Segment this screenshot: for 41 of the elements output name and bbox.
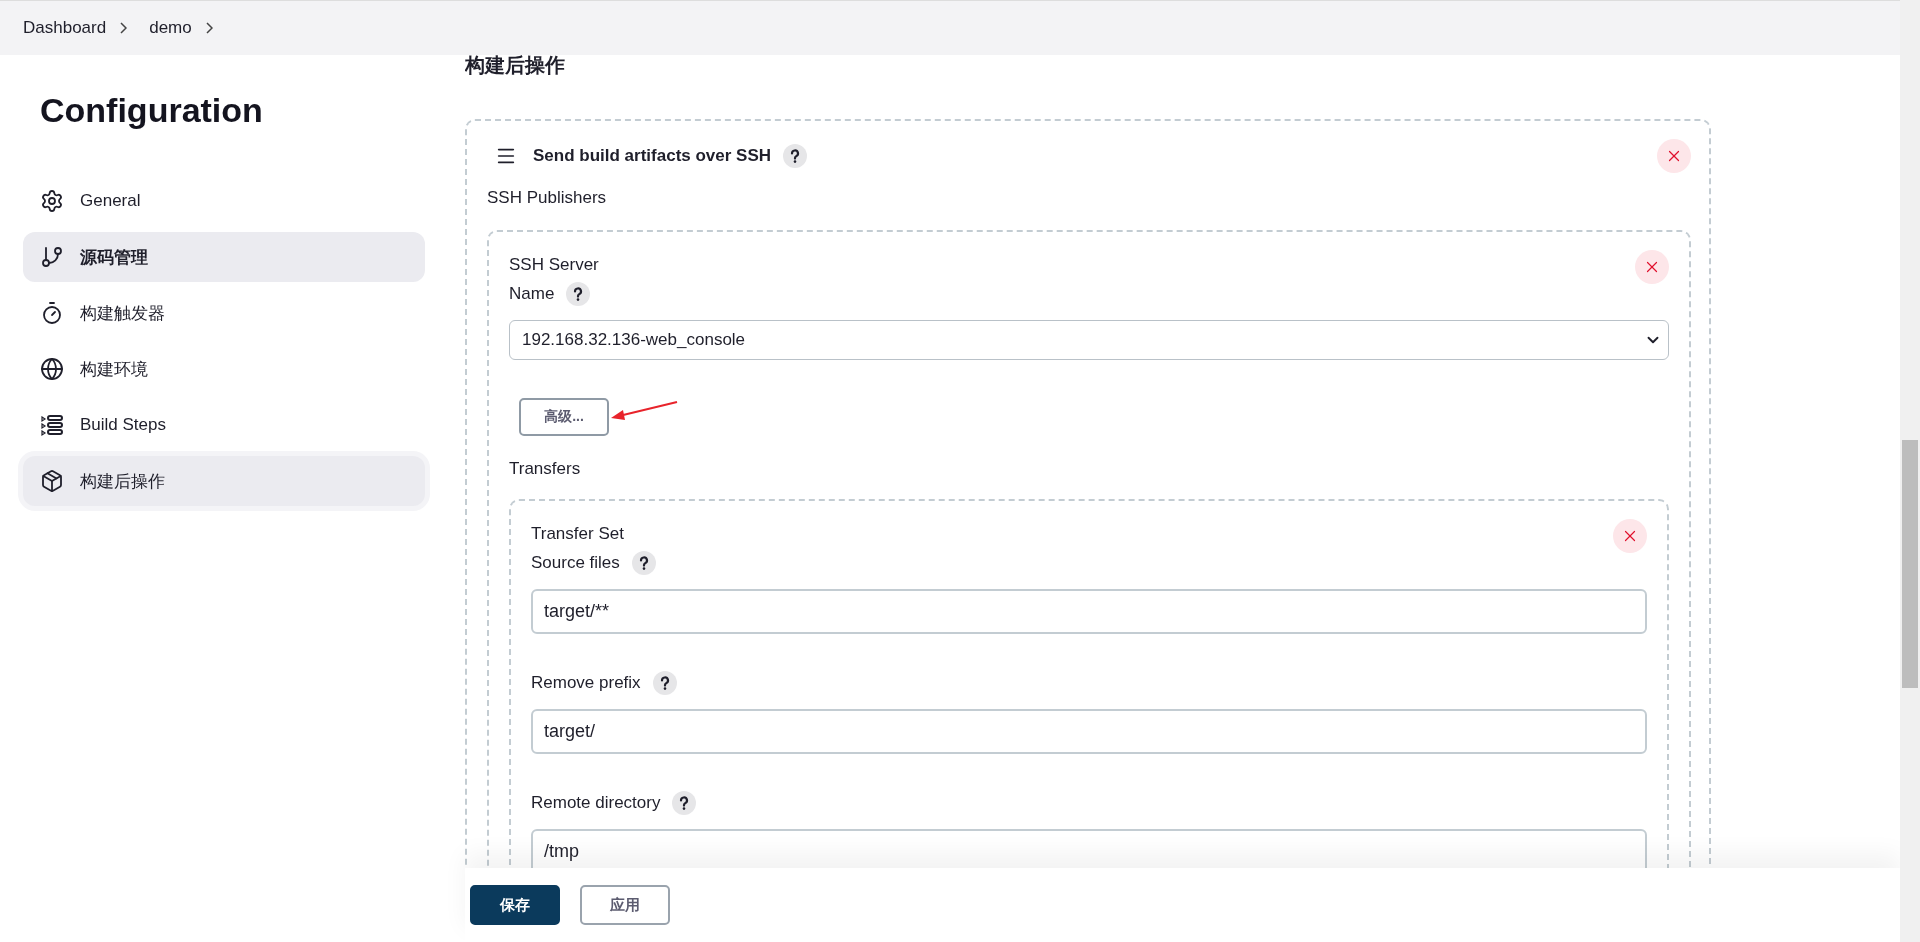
apply-button[interactable]: 应用 — [580, 885, 670, 925]
server-select[interactable]: 192.168.32.136-web_console — [509, 320, 1669, 360]
text-field[interactable]: target/** — [531, 589, 1647, 634]
text-field[interactable]: /tmp — [531, 829, 1647, 868]
help-icon[interactable] — [672, 790, 697, 815]
publisher-title: Send build artifacts over SSH — [533, 146, 772, 166]
globe-icon — [40, 357, 64, 381]
field-label: Transfer Set — [531, 523, 625, 545]
sidebar-item[interactable]: Build Steps — [23, 400, 425, 450]
field-label: Name — [509, 283, 555, 305]
help-icon[interactable] — [783, 144, 808, 168]
arrow-annotation — [609, 400, 679, 422]
field-label: Source files — [531, 552, 620, 574]
gear-icon — [40, 189, 64, 213]
package-icon — [40, 469, 64, 493]
field-label: Transfers — [509, 458, 582, 480]
list-icon — [40, 413, 64, 437]
advanced-button[interactable]: 高级... — [519, 398, 609, 436]
field-label: Remote directory — [531, 792, 661, 814]
scrollbar[interactable] — [1900, 0, 1920, 942]
save-button[interactable]: 保存 — [470, 885, 560, 925]
section-title: 构建后操作 — [465, 55, 566, 78]
scrollbar-thumb[interactable] — [1902, 440, 1918, 688]
page-title: Configuration — [40, 91, 264, 130]
text-field[interactable]: target/ — [531, 709, 1647, 754]
sidebar-item[interactable]: 构建环境 — [23, 344, 425, 394]
help-icon[interactable] — [652, 670, 677, 695]
sidebar-item[interactable]: General — [23, 176, 425, 226]
breadcrumb-link[interactable]: Dashboard — [23, 14, 107, 42]
chevron-icon — [205, 22, 213, 34]
branch-icon — [40, 245, 64, 269]
field-label: SSH Server — [509, 254, 599, 276]
help-icon[interactable] — [631, 550, 656, 575]
help-icon[interactable] — [566, 281, 591, 306]
field-label: Remove prefix — [531, 672, 641, 694]
sidebar-item[interactable]: 源码管理 — [23, 232, 425, 282]
timer-icon — [40, 301, 64, 325]
breadcrumb-link[interactable]: demo — [149, 14, 192, 42]
sidebar-item[interactable]: 构建触发器 — [23, 288, 425, 338]
chevron-icon — [120, 22, 128, 34]
field-label: SSH Publishers — [487, 187, 608, 209]
